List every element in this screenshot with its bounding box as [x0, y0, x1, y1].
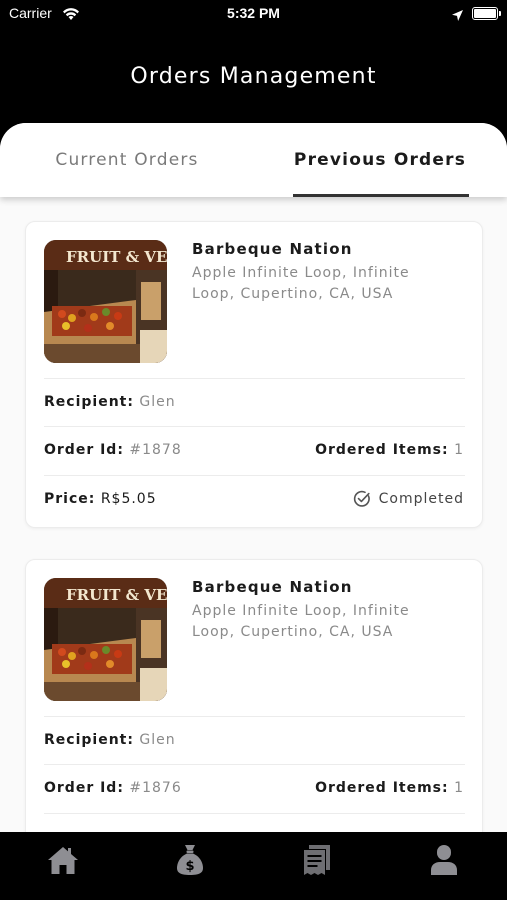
check-circle-icon — [353, 490, 370, 507]
order-id-value: #1876 — [129, 780, 182, 796]
address-line: Loop, Cupertino, CA, USA — [192, 624, 394, 640]
tab-previous-orders[interactable]: Previous Orders — [292, 123, 468, 197]
tab-bar: Current Orders Previous Orders — [0, 123, 507, 197]
recipient-label: Recipient: — [44, 732, 134, 748]
home-icon — [48, 847, 78, 874]
recipient-value: Glen — [139, 732, 176, 748]
receipt-icon — [304, 845, 330, 875]
price-row: Price: R$5.05 — [44, 491, 157, 507]
order-id-label: Order Id: — [44, 780, 124, 796]
store-name: Barbeque Nation — [192, 240, 353, 258]
ordered-items-row: Ordered Items: 1 — [315, 780, 464, 796]
store-thumbnail: FRUIT & VEG — [44, 578, 167, 701]
order-status: Completed — [353, 490, 464, 508]
order-card[interactable]: FRUIT & VEG Barbeque Nation App — [25, 559, 483, 832]
divider — [44, 475, 465, 476]
nav-orders[interactable] — [254, 832, 380, 888]
ordered-items-value: 1 — [454, 780, 464, 796]
address-line: Loop, Cupertino, CA, USA — [192, 286, 394, 302]
divider — [44, 813, 465, 814]
price-value: R$5.05 — [100, 491, 157, 507]
nav-home[interactable] — [0, 832, 126, 888]
store-address: Apple Infinite Loop, Infinite Loop, Cupe… — [192, 263, 460, 305]
divider — [44, 764, 465, 765]
store-name: Barbeque Nation — [192, 578, 353, 596]
order-id-row: Order Id: #1876 — [44, 780, 182, 796]
orders-list[interactable]: FRUIT & VEG Barbeque Nation App — [0, 197, 507, 832]
ordered-items-label: Ordered Items: — [315, 780, 449, 796]
status-bar: Carrier 5:32 PM — [0, 0, 507, 28]
page-title: Orders Management — [130, 64, 377, 89]
recipient-value: Glen — [139, 394, 176, 410]
order-id-label: Order Id: — [44, 442, 124, 458]
divider — [44, 426, 465, 427]
svg-text:$: $ — [185, 859, 194, 874]
thumb-sign-text: FRUIT & VEG — [66, 586, 167, 604]
order-card[interactable]: FRUIT & VEG Barbeque Nation App — [25, 221, 483, 528]
nav-earnings[interactable]: $ — [127, 832, 253, 888]
ordered-items-value: 1 — [454, 442, 464, 458]
money-bag-icon: $ — [177, 845, 203, 875]
recipient-label: Recipient: — [44, 394, 134, 410]
battery-icon — [472, 7, 501, 20]
recipient-row: Recipient: Glen — [44, 394, 176, 410]
divider — [44, 378, 465, 379]
tab-current-orders[interactable]: Current Orders — [25, 123, 229, 197]
ordered-items-row: Ordered Items: 1 — [315, 442, 464, 458]
store-address: Apple Infinite Loop, Infinite Loop, Cupe… — [192, 601, 460, 643]
location-arrow-icon — [451, 7, 464, 26]
address-line: Apple Infinite Loop, Infinite — [192, 603, 410, 619]
recipient-row: Recipient: Glen — [44, 732, 176, 748]
nav-profile[interactable] — [381, 832, 507, 888]
address-line: Apple Infinite Loop, Infinite — [192, 265, 410, 281]
clock: 5:32 PM — [227, 5, 280, 21]
ordered-items-label: Ordered Items: — [315, 442, 449, 458]
price-label: Price: — [44, 491, 96, 507]
content-panel: Current Orders Previous Orders FRUIT & V… — [0, 123, 507, 832]
store-thumbnail: FRUIT & VEG — [44, 240, 167, 363]
active-tab-indicator — [293, 194, 469, 197]
thumb-sign-text: FRUIT & VEG — [66, 248, 167, 266]
order-id-row: Order Id: #1878 — [44, 442, 182, 458]
divider — [44, 716, 465, 717]
status-text: Completed — [378, 491, 464, 507]
user-icon — [431, 845, 457, 875]
order-id-value: #1878 — [129, 442, 182, 458]
bottom-nav: $ — [0, 832, 507, 900]
